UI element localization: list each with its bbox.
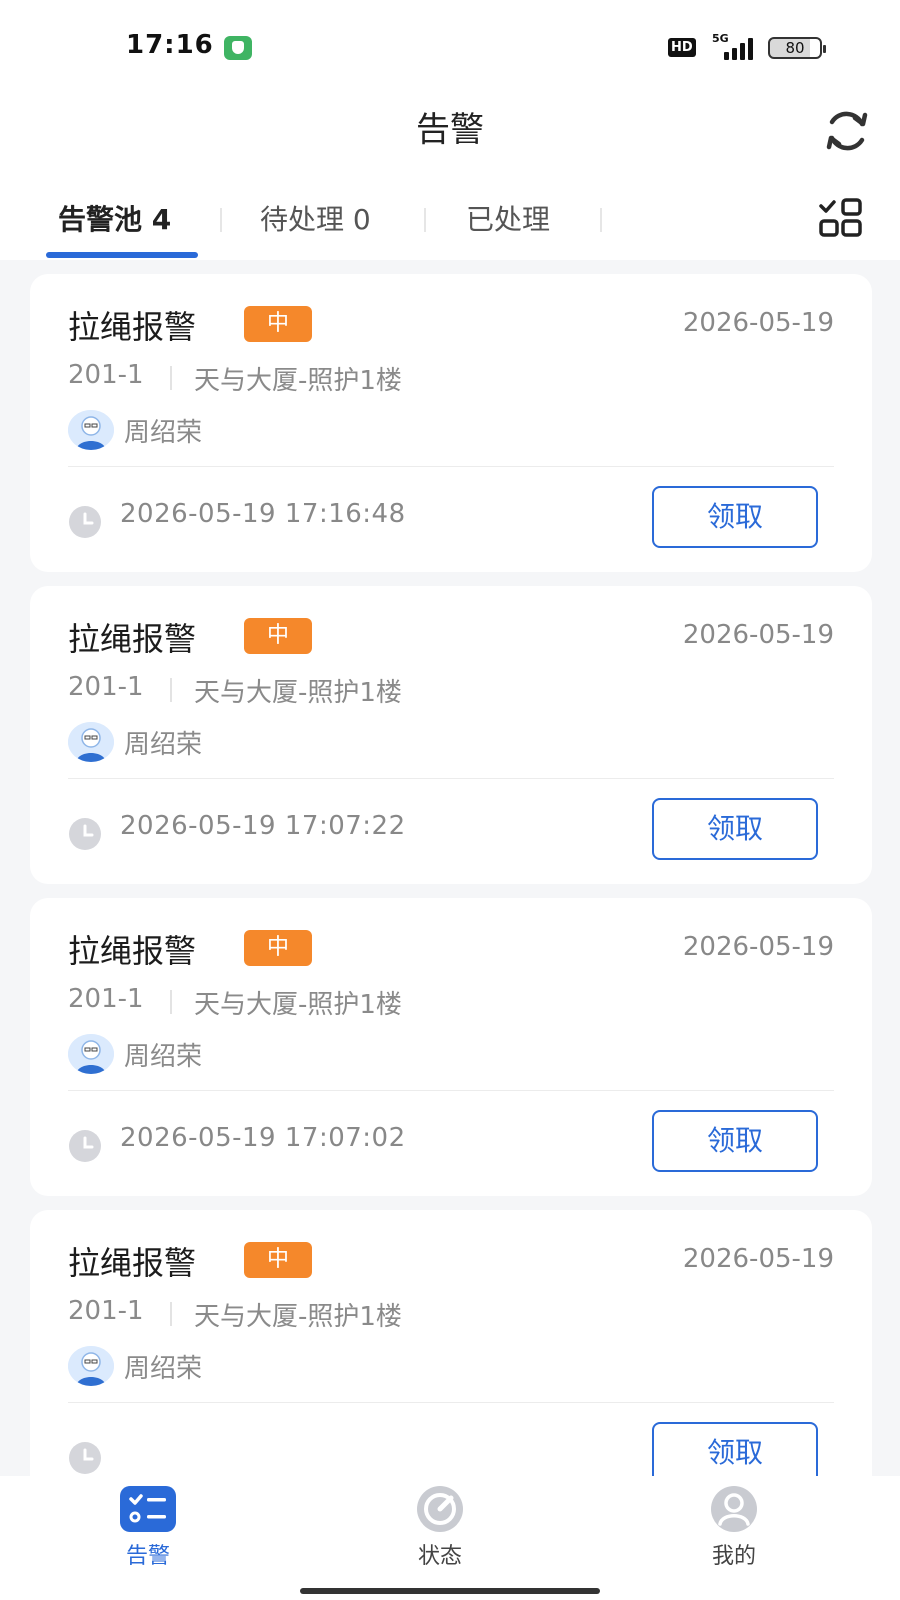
alert-title: 拉绳报警: [68, 308, 197, 346]
bottom-navigation: 告警 状态 我的: [0, 1476, 900, 1600]
alert-location: 天与大厦-照护1楼: [194, 990, 402, 1020]
avatar: [68, 722, 114, 762]
alert-date: 2026-05-19: [682, 308, 834, 338]
user-icon: [711, 1486, 757, 1532]
alert-card[interactable]: 拉绳报警 中 2026-05-19 201-1 天与大厦-照护1楼 周绍荣 领取: [30, 1210, 872, 1476]
claim-button[interactable]: 领取: [652, 798, 818, 860]
bottom-nav-label: 我的: [711, 1544, 756, 1569]
active-tab-indicator: [46, 252, 198, 258]
alert-card[interactable]: 拉绳报警 中 2026-05-19 201-1 天与大厦-照护1楼 周绍荣 20…: [30, 586, 872, 884]
divider: [170, 1302, 172, 1326]
alert-level-badge: 中: [244, 618, 312, 654]
card-divider: [68, 1402, 834, 1403]
claim-button[interactable]: 领取: [652, 486, 818, 548]
divider: [170, 678, 172, 702]
alert-person: 周绍荣: [124, 1042, 203, 1072]
card-divider: [68, 466, 834, 467]
tab-pending[interactable]: 待处理 0: [260, 198, 371, 238]
status-bar: 17:16 HD 5G 80: [0, 0, 900, 90]
page-title: 告警: [416, 110, 484, 150]
alert-room: 201-1: [68, 984, 144, 1014]
claim-button[interactable]: 领取: [652, 1422, 818, 1476]
tab-separator: [600, 208, 602, 232]
card-divider: [68, 778, 834, 779]
navigation-bar: 告警: [0, 90, 900, 180]
alert-person: 周绍荣: [124, 730, 203, 760]
alert-list[interactable]: 拉绳报警 中 2026-05-19 201-1 天与大厦-照护1楼 周绍荣 20…: [0, 260, 900, 1476]
tab-processed[interactable]: 已处理: [466, 198, 550, 238]
alert-room: 201-1: [68, 672, 144, 702]
avatar: [68, 1034, 114, 1074]
tab-alert-pool[interactable]: 告警池 4: [58, 198, 171, 238]
alert-date: 2026-05-19: [682, 1244, 834, 1274]
alert-location: 天与大厦-照护1楼: [194, 366, 402, 396]
alert-room: 201-1: [68, 360, 144, 390]
alert-person: 周绍荣: [124, 1354, 203, 1384]
shield-icon: [224, 36, 252, 60]
alert-level-badge: 中: [244, 306, 312, 342]
bottom-nav-label: 状态: [417, 1544, 462, 1569]
alert-time: 2026-05-19 17:16:48: [120, 499, 406, 529]
clock-icon: [69, 1130, 101, 1162]
alert-location: 天与大厦-照护1楼: [194, 678, 402, 708]
card-divider: [68, 1090, 834, 1091]
alert-person: 周绍荣: [124, 418, 203, 448]
tab-separator: [424, 208, 426, 232]
clock-icon: [69, 1442, 101, 1474]
bottom-nav-alerts[interactable]: 告警: [88, 1484, 208, 1570]
status-time: 17:16: [126, 30, 214, 60]
checklist-icon: [120, 1486, 176, 1532]
bottom-nav-profile[interactable]: 我的: [674, 1484, 794, 1570]
signal-icon: [716, 38, 756, 60]
alert-level-badge: 中: [244, 930, 312, 966]
clock-icon: [69, 506, 101, 538]
grid-check-icon[interactable]: [818, 198, 864, 238]
bottom-nav-label: 告警: [125, 1544, 170, 1569]
alert-room: 201-1: [68, 1296, 144, 1326]
avatar: [68, 410, 114, 450]
alert-title: 拉绳报警: [68, 620, 197, 658]
gauge-icon: [417, 1486, 463, 1532]
avatar: [68, 1346, 114, 1386]
home-indicator: [300, 1588, 600, 1594]
alert-date: 2026-05-19: [682, 620, 834, 650]
alert-level-badge: 中: [244, 1242, 312, 1278]
claim-button[interactable]: 领取: [652, 1110, 818, 1172]
alert-date: 2026-05-19: [682, 932, 834, 962]
refresh-icon[interactable]: [822, 106, 872, 156]
alert-time: 2026-05-19 17:07:02: [120, 1123, 406, 1153]
divider: [170, 990, 172, 1014]
hd-indicator: HD: [668, 38, 696, 57]
alert-card[interactable]: 拉绳报警 中 2026-05-19 201-1 天与大厦-照护1楼 周绍荣 20…: [30, 898, 872, 1196]
alert-time: 2026-05-19 17:07:22: [120, 811, 406, 841]
bottom-nav-status[interactable]: 状态: [380, 1484, 500, 1570]
battery-indicator: 80: [768, 37, 826, 59]
clock-icon: [69, 818, 101, 850]
tab-separator: [220, 208, 222, 232]
alert-location: 天与大厦-照护1楼: [194, 1302, 402, 1332]
alert-title: 拉绳报警: [68, 932, 197, 970]
alert-tabs: 告警池 4 待处理 0 已处理: [0, 180, 900, 260]
alert-title: 拉绳报警: [68, 1244, 197, 1282]
alert-card[interactable]: 拉绳报警 中 2026-05-19 201-1 天与大厦-照护1楼 周绍荣 20…: [30, 274, 872, 572]
divider: [170, 366, 172, 390]
